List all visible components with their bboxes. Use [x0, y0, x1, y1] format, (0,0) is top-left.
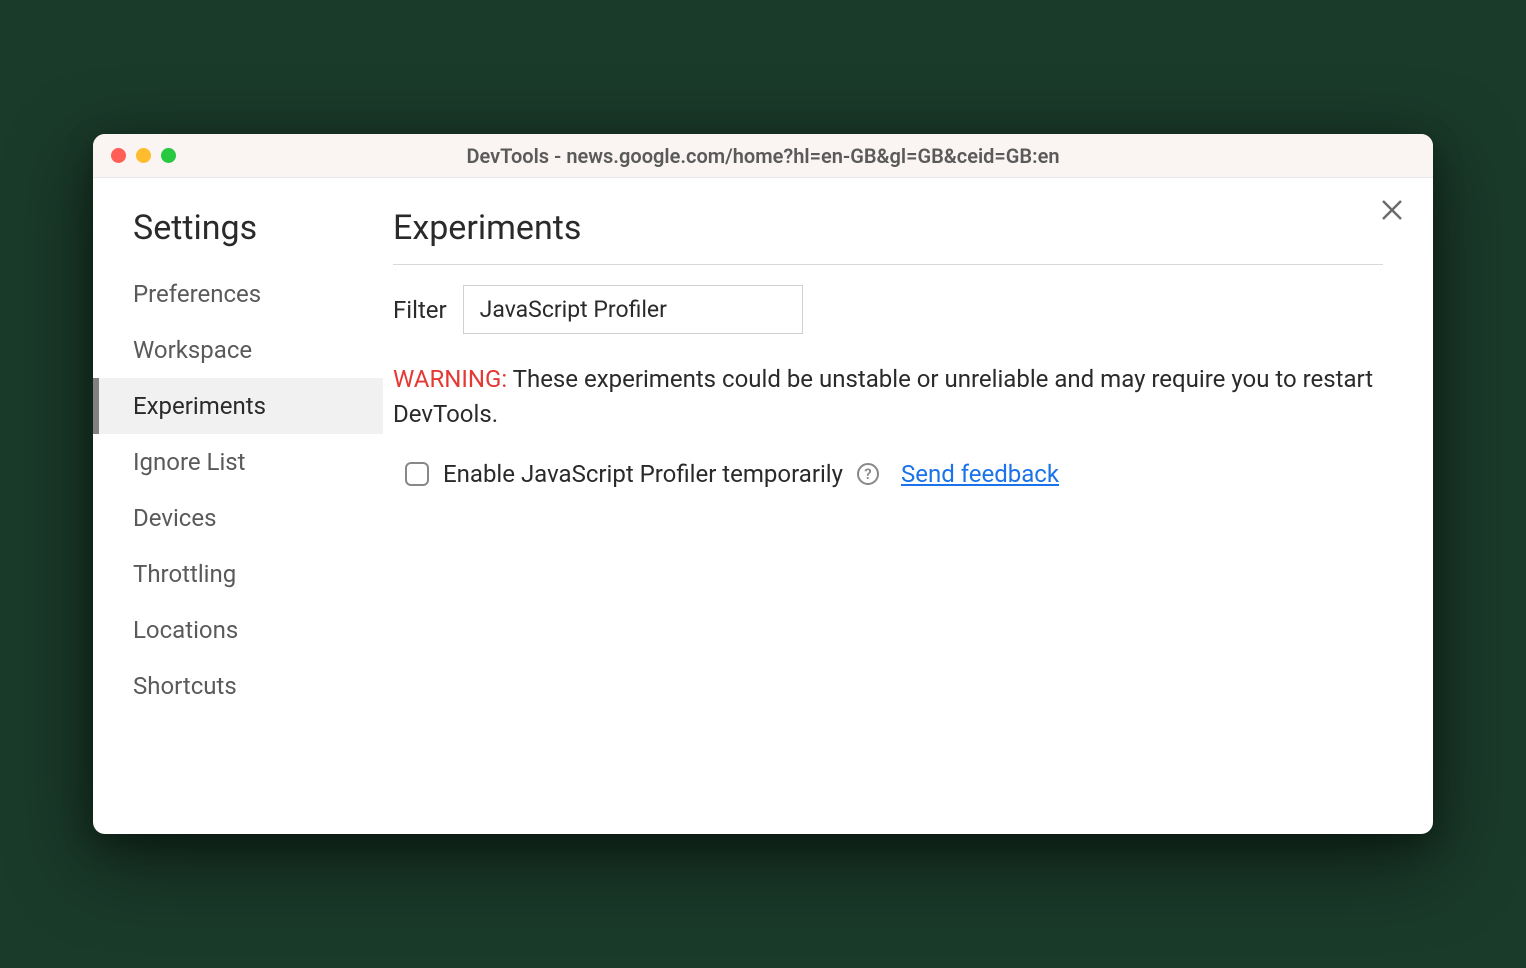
experiment-label: Enable JavaScript Profiler temporarily — [443, 460, 843, 488]
experiment-checkbox[interactable] — [405, 462, 429, 486]
close-icon[interactable] — [1381, 198, 1403, 226]
experiment-row: Enable JavaScript Profiler temporarily ?… — [393, 460, 1383, 488]
content-area: Settings Preferences Workspace Experimen… — [93, 178, 1433, 834]
warning-text: WARNING: These experiments could be unst… — [393, 362, 1383, 432]
send-feedback-link[interactable]: Send feedback — [901, 460, 1059, 488]
page-title: Experiments — [393, 208, 1383, 265]
window-title: DevTools - news.google.com/home?hl=en-GB… — [466, 144, 1059, 168]
warning-prefix: WARNING: — [393, 365, 507, 393]
warning-body: These experiments could be unstable or u… — [393, 365, 1373, 428]
sidebar-item-experiments[interactable]: Experiments — [93, 378, 383, 434]
main-panel: Experiments Filter WARNING: These experi… — [383, 178, 1433, 834]
sidebar-item-label: Devices — [133, 504, 216, 532]
sidebar-title: Settings — [93, 208, 383, 266]
sidebar-item-workspace[interactable]: Workspace — [93, 322, 383, 378]
traffic-lights — [111, 148, 176, 163]
sidebar-item-devices[interactable]: Devices — [93, 490, 383, 546]
minimize-window-button[interactable] — [136, 148, 151, 163]
sidebar-item-preferences[interactable]: Preferences — [93, 266, 383, 322]
sidebar-item-label: Experiments — [133, 392, 266, 420]
maximize-window-button[interactable] — [161, 148, 176, 163]
titlebar: DevTools - news.google.com/home?hl=en-GB… — [93, 134, 1433, 178]
sidebar-item-shortcuts[interactable]: Shortcuts — [93, 658, 383, 714]
sidebar-item-ignore-list[interactable]: Ignore List — [93, 434, 383, 490]
sidebar-item-label: Throttling — [133, 560, 236, 588]
sidebar-list: Preferences Workspace Experiments Ignore… — [93, 266, 383, 714]
filter-row: Filter — [393, 285, 1383, 334]
sidebar-item-throttling[interactable]: Throttling — [93, 546, 383, 602]
sidebar-item-locations[interactable]: Locations — [93, 602, 383, 658]
filter-input[interactable] — [463, 285, 803, 334]
close-window-button[interactable] — [111, 148, 126, 163]
sidebar-item-label: Preferences — [133, 280, 261, 308]
sidebar-item-label: Workspace — [133, 336, 252, 364]
help-icon[interactable]: ? — [857, 463, 879, 485]
sidebar-item-label: Shortcuts — [133, 672, 237, 700]
sidebar-item-label: Ignore List — [133, 448, 246, 476]
devtools-window: DevTools - news.google.com/home?hl=en-GB… — [93, 134, 1433, 834]
settings-sidebar: Settings Preferences Workspace Experimen… — [93, 178, 383, 834]
filter-label: Filter — [393, 296, 447, 324]
sidebar-item-label: Locations — [133, 616, 238, 644]
